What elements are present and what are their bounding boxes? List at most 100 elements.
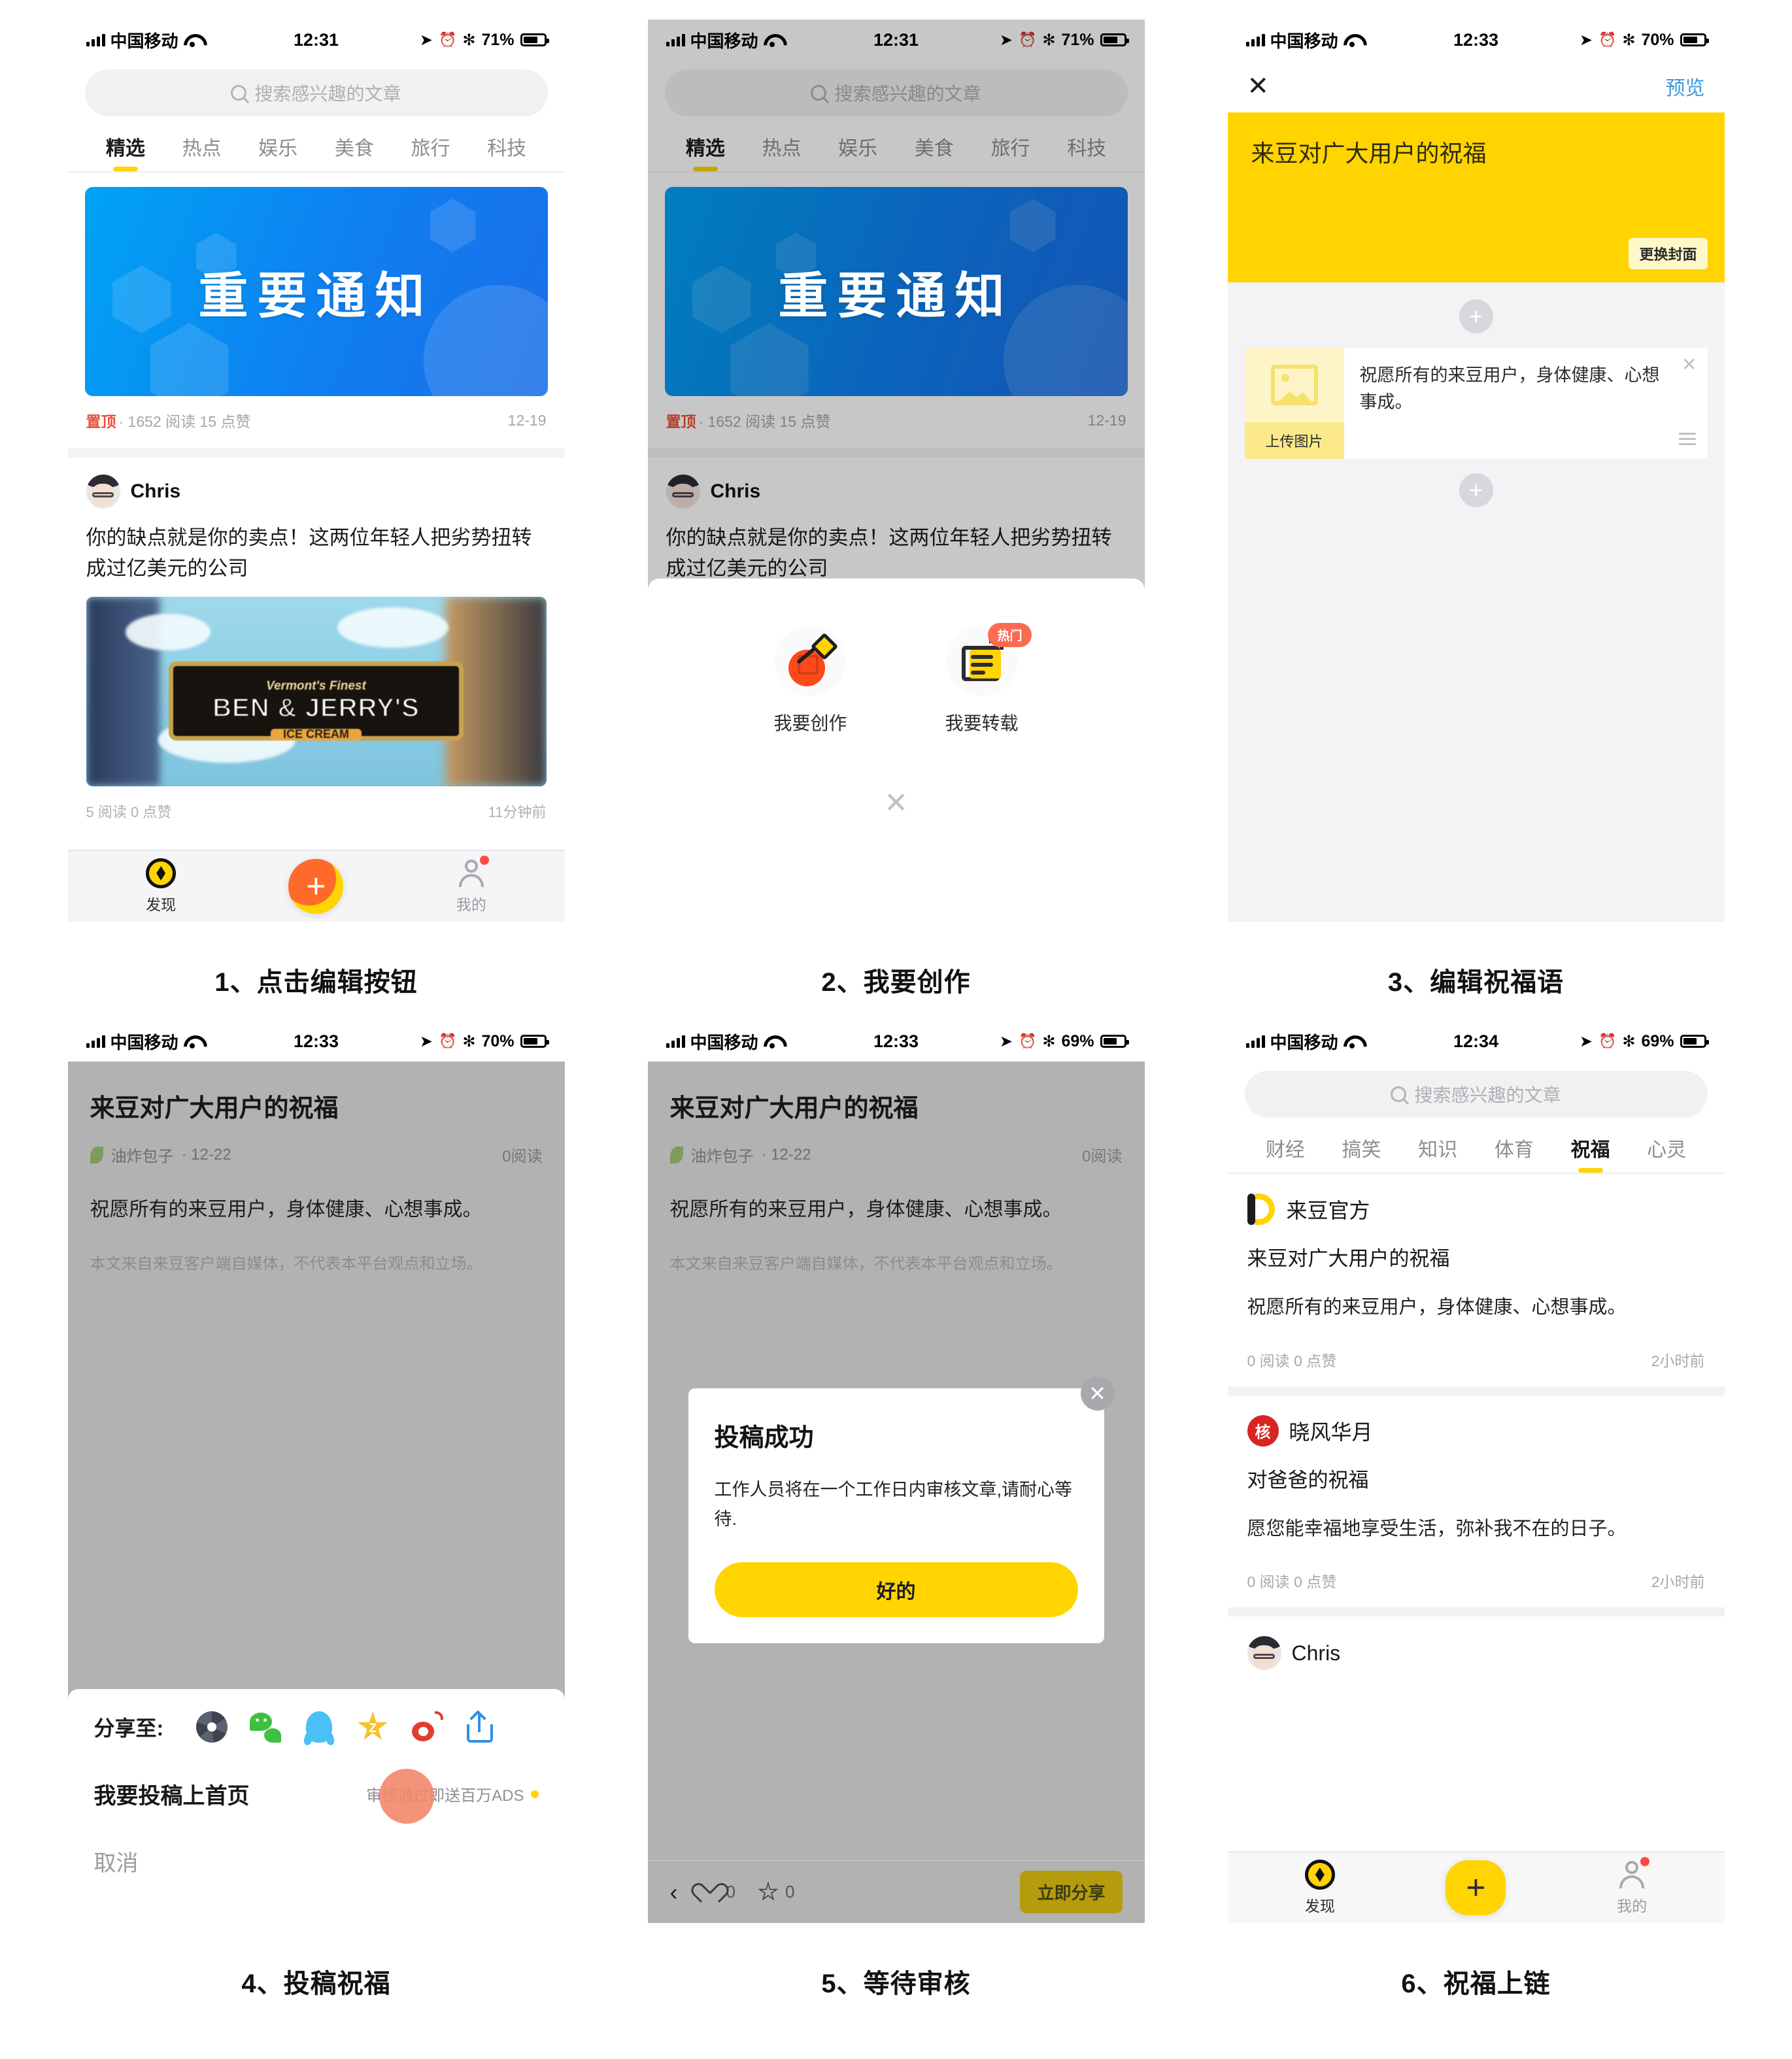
share-sheet: 分享至: Z 我要投稿上首页 审核通过即送百万ADS 取消 (67, 1689, 565, 1923)
preview-button[interactable]: 预览 (1666, 72, 1705, 101)
preview-reads: 0阅读 (1082, 1148, 1123, 1165)
tab-zhishi[interactable]: 知识 (1400, 1133, 1476, 1173)
panel-3-caption: 3、编辑祝福语 (1387, 968, 1564, 997)
tab-xinling[interactable]: 心灵 (1629, 1133, 1705, 1173)
feed-separator (1227, 1386, 1725, 1396)
tab-lvxing[interactable]: 旅行 (392, 132, 469, 171)
coin-dot-icon (530, 1790, 539, 1798)
add-block-top[interactable]: + (1228, 299, 1725, 333)
change-cover-button[interactable]: 更换封面 (1629, 238, 1708, 269)
preview-title: 来豆对广大用户的祝福 (90, 1095, 339, 1122)
nav-discover[interactable]: 发现 (102, 858, 220, 914)
feed-stats: 0 阅读 0 点赞 (1247, 1573, 1337, 1590)
article-preview-content: 来豆对广大用户的祝福 油炸包子 · 12-22 0阅读 祝愿所有的来豆用户，身体… (648, 1062, 1145, 1273)
feed-body: 愿您能幸福地享受生活，弥补我不在的日子。 (1247, 1518, 1627, 1539)
cancel-button[interactable]: 取消 (94, 1845, 539, 1877)
notification-dot (479, 856, 489, 865)
banner-stats: · 1652 阅读 15 点赞 (118, 413, 251, 430)
panel-5-caption: 5、等待审核 (821, 1969, 971, 1998)
feed-item-user[interactable]: 核 晓风华月 对爸爸的祝福 愿您能幸福地享受生活，弥补我不在的日子。 0 阅读 … (1228, 1396, 1725, 1592)
tab-tiyu[interactable]: 体育 (1476, 1133, 1553, 1173)
tab-yule[interactable]: 娱乐 (240, 132, 316, 171)
qq-icon[interactable] (306, 1711, 333, 1743)
phone-screen-5: 中国移动 12:33 ➤ ⏰ ✻ 69% 来豆对广大用户的祝福 油炸包子 · 1… (647, 1021, 1145, 1923)
tab-gaoxiao[interactable]: 搞笑 (1323, 1133, 1400, 1173)
plus-icon[interactable]: + (1459, 299, 1493, 333)
avatar (86, 475, 120, 509)
status-bar: 中国移动 12:34 ➤ ⏰ ✻ 69% (1228, 1021, 1725, 1062)
favorite-count: 0 (785, 1882, 795, 1901)
wechat-icon[interactable] (250, 1711, 282, 1743)
search-input[interactable]: 搜索感兴趣的文章 (1244, 1071, 1708, 1118)
feed-item-official[interactable]: 来豆官方 来豆对广大用户的祝福 祝愿所有的来豆用户，身体健康、心想事成。 0 阅… (1228, 1174, 1725, 1371)
cover-editor[interactable]: 来豆对广大用户的祝福 更换封面 (1227, 112, 1725, 282)
preview-meta: 油炸包子 · 12-22 0阅读 (669, 1143, 1123, 1166)
panel-2: 中国移动 12:31 ➤ ⏰ ✻ 71% 搜索感兴趣的文章 精选 热点 娱乐 美… (606, 20, 1186, 1021)
preview-meta: 油炸包子 · 12-22 0阅读 (90, 1143, 543, 1166)
content-block[interactable]: 上传图片 祝愿所有的来豆用户，身体健康、心想事成。 ✕ (1244, 348, 1708, 459)
article-stats-row: 5 阅读 0 点赞 11分钟前 (68, 786, 565, 822)
tab-caijing[interactable]: 财经 (1247, 1133, 1324, 1173)
clock-label: 12:34 (1453, 1031, 1499, 1051)
status-bar: 中国移动 12:33 ➤ ⏰ ✻ 70% (68, 1021, 565, 1062)
tab-meishi[interactable]: 美食 (316, 132, 393, 171)
feed-title: 对爸爸的祝福 (1247, 1468, 1369, 1492)
drag-handle-icon[interactable] (1678, 433, 1696, 448)
qzone-star-icon[interactable]: Z (358, 1711, 388, 1740)
tab-keji[interactable]: 科技 (469, 132, 545, 171)
close-icon[interactable]: ✕ (884, 786, 908, 820)
like-button[interactable]: 0 (700, 1882, 735, 1902)
action-create[interactable]: 我要创作 (773, 626, 847, 735)
banner-card[interactable]: 重要通知 (68, 173, 565, 396)
add-block-bottom[interactable]: + (1228, 473, 1725, 507)
thumbnail-text-main: BEN & JERRY'S (212, 693, 420, 723)
create-post-button[interactable]: + (1445, 1860, 1506, 1915)
nav-discover[interactable]: 发现 (1261, 1860, 1379, 1916)
nav-mine[interactable]: 我的 (413, 856, 530, 914)
block-text-input[interactable]: 祝愿所有的来豆用户，身体健康、心想事成。 (1344, 348, 1708, 459)
panel-3: 中国移动 12:33 ➤ ⏰ ✻ 70% ✕ 预览 来豆对广大用户的祝福 更换封… (1186, 20, 1766, 1021)
upload-image-label: 上传图片 (1244, 422, 1344, 459)
share-targets-row: 分享至: Z (94, 1711, 539, 1743)
weibo-icon[interactable] (411, 1711, 444, 1743)
notification-dot (1640, 1857, 1650, 1866)
shutter-icon[interactable] (196, 1711, 228, 1743)
close-icon[interactable]: ✕ (1080, 1377, 1115, 1411)
dialog-confirm-button[interactable]: 好的 (714, 1562, 1078, 1618)
action-repost[interactable]: 热门 我要转载 (945, 623, 1032, 735)
article-thumbnail: Vermont's Finest BEN & JERRY'S ICE CREAM (86, 597, 547, 786)
article-card[interactable]: Chris 你的缺点就是你的卖点！这两位年轻人把劣势扭转成过亿美元的公司 Ver… (68, 458, 565, 786)
nav-mine-label: 我的 (456, 896, 486, 913)
seal-icon: 核 (1247, 1415, 1279, 1447)
feed-item-chris[interactable]: Chris (1228, 1616, 1725, 1670)
create-action-sheet: 我要创作 热门 我要转载 ✕ (647, 578, 1145, 922)
feed-separator (1227, 1607, 1725, 1616)
clock-label: 12:33 (1453, 29, 1499, 50)
preview-disclaimer: 本文来自来豆客户端自媒体，不代表本平台观点和立场。 (669, 1255, 1062, 1273)
close-icon[interactable]: ✕ (1247, 73, 1270, 99)
back-icon[interactable]: ‹ (670, 1879, 678, 1906)
compass-icon (1304, 1860, 1335, 1890)
tab-zhufu[interactable]: 祝福 (1552, 1133, 1629, 1173)
tab-jingxuan[interactable]: 精选 (88, 132, 164, 171)
plus-icon[interactable]: + (1459, 473, 1493, 507)
create-post-button[interactable]: + (288, 859, 344, 914)
article-stats: 5 阅读 0 点赞 (86, 804, 172, 820)
nav-discover-label: 发现 (146, 896, 177, 913)
feed-author-row: 核 晓风华月 (1247, 1415, 1705, 1447)
favorite-button[interactable]: 0 (758, 1881, 795, 1903)
share-upload-icon[interactable] (464, 1711, 496, 1743)
nav-mine[interactable]: 我的 (1573, 1857, 1691, 1916)
upload-image-button[interactable]: 上传图片 (1244, 348, 1344, 459)
category-tabs: 精选 热点 娱乐 美食 旅行 科技 (67, 116, 565, 173)
cover-title-input[interactable]: 来豆对广大用户的祝福 (1251, 135, 1701, 169)
close-icon[interactable]: ✕ (1682, 356, 1697, 374)
submit-to-home-button[interactable]: 我要投稿上首页 (94, 1778, 250, 1810)
battery-icon (520, 1035, 549, 1048)
search-input[interactable]: 搜索感兴趣的文章 (84, 69, 548, 116)
tab-redian[interactable]: 热点 (163, 132, 240, 171)
category-tabs: 财经 搞笑 知识 体育 祝福 心灵 (1227, 1118, 1725, 1174)
feed-stats-row: 0 阅读 0 点赞 2小时前 (1247, 1348, 1705, 1371)
share-now-button[interactable]: 立即分享 (1020, 1871, 1123, 1913)
submit-row[interactable]: 我要投稿上首页 审核通过即送百万ADS (94, 1769, 539, 1824)
